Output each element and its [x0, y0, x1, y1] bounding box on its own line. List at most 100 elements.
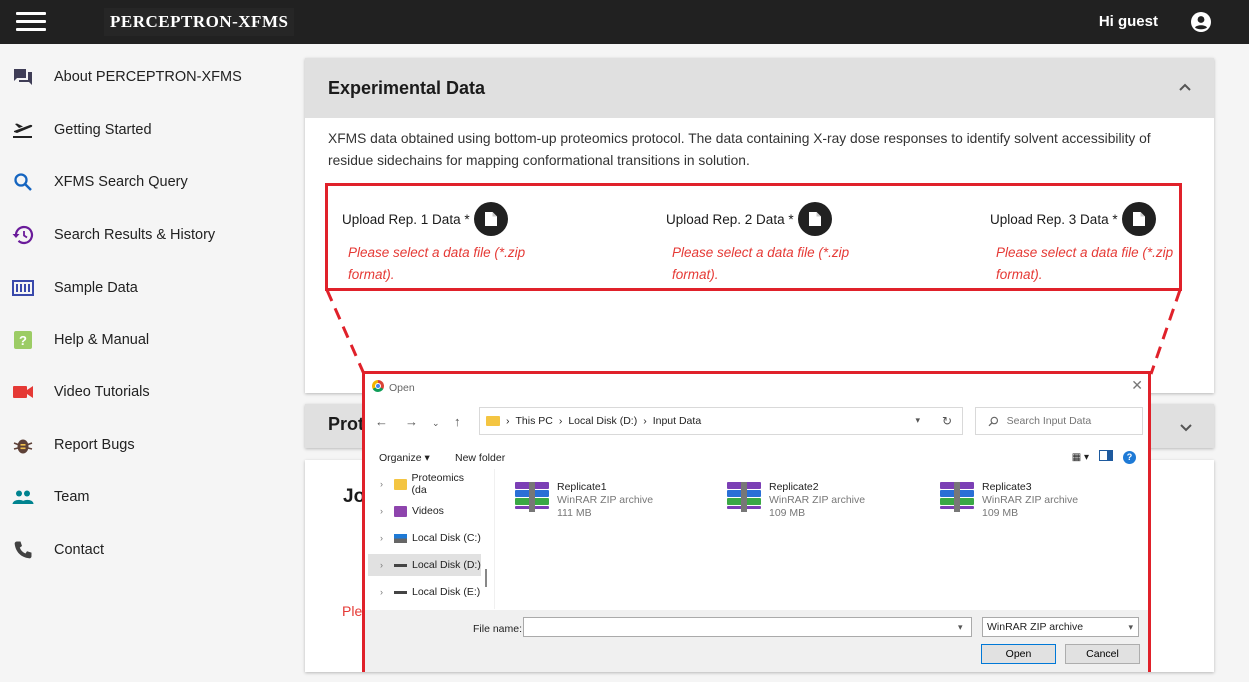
- open-button[interactable]: Open: [981, 644, 1056, 664]
- file-name-input[interactable]: [523, 617, 972, 637]
- breadcrumb-separator: ›: [558, 415, 563, 427]
- file-name: Replicate3: [982, 481, 1032, 493]
- greeting-text: Hi guest: [1098, 13, 1158, 30]
- chevron-up-icon[interactable]: [1178, 80, 1192, 94]
- upload-label: Upload Rep. 2 Data *: [666, 212, 794, 227]
- panel-title: Experimental Data: [328, 78, 486, 98]
- sidebar-item-contact[interactable]: Contact: [0, 530, 256, 570]
- breadcrumb-separator: ›: [643, 415, 647, 427]
- chevron-down-icon: ▾: [1128, 622, 1133, 632]
- cancel-button[interactable]: Cancel: [1065, 644, 1140, 664]
- file-size: 109 MB: [982, 507, 1019, 519]
- videos-icon: [394, 505, 407, 517]
- expand-chevron-icon[interactable]: ›: [380, 506, 394, 516]
- sidebar-item-search-results[interactable]: Search Results & History: [0, 215, 256, 255]
- sidebar-item-getting-started[interactable]: Getting Started: [0, 110, 256, 150]
- expand-chevron-icon[interactable]: ›: [380, 560, 394, 570]
- panel-header[interactable]: Experimental Data: [305, 58, 1214, 118]
- file-upload-icon[interactable]: [798, 202, 832, 236]
- search-input[interactable]: [1006, 415, 1142, 427]
- file-item-replicate1[interactable]: Replicate1 WinRAR ZIP archive 111 MB: [515, 481, 695, 521]
- upload-rep-1: Upload Rep. 1 Data * Please select a dat…: [342, 202, 542, 282]
- sidebar-item-label: Help & Manual: [54, 332, 150, 348]
- breadcrumb-local-disk-d[interactable]: Local Disk (D:): [568, 415, 637, 427]
- people-icon: [12, 486, 34, 508]
- sidebar-item-label: Report Bugs: [54, 437, 135, 453]
- chrome-icon: [372, 380, 384, 392]
- search-icon: [988, 416, 999, 426]
- sidebar-item-video-tutorials[interactable]: Video Tutorials: [0, 372, 256, 412]
- close-icon[interactable]: ✕: [1131, 377, 1143, 394]
- tree-item-local-disk-d[interactable]: › Local Disk (D:): [368, 554, 481, 576]
- chevron-down-icon[interactable]: [1179, 421, 1193, 435]
- pane-separator: [494, 469, 495, 609]
- bug-icon: [12, 434, 34, 456]
- sidebar-item-label: Sample Data: [54, 280, 138, 296]
- file-item-replicate3[interactable]: Replicate3 WinRAR ZIP archive 109 MB: [940, 481, 1120, 521]
- upload-hint: Please select a data file (*.zip format)…: [996, 245, 1174, 282]
- folder-icon: [486, 416, 500, 426]
- search-icon: [12, 171, 34, 193]
- preview-pane-icon[interactable]: [1099, 450, 1113, 464]
- tree-item-videos[interactable]: › Videos: [368, 500, 481, 522]
- tree-item-local-disk-e[interactable]: › Local Disk (E:): [368, 581, 481, 603]
- file-type: WinRAR ZIP archive: [982, 494, 1079, 506]
- chevron-down-icon[interactable]: ▾: [958, 622, 963, 633]
- sidebar-item-label: Contact: [54, 542, 104, 558]
- phone-icon: [12, 539, 34, 561]
- expand-chevron-icon[interactable]: ›: [380, 479, 394, 489]
- search-box[interactable]: [975, 407, 1143, 435]
- sidebar-item-sample-data[interactable]: Sample Data: [0, 268, 256, 308]
- sidebar-item-about[interactable]: About PERCEPTRON-XFMS: [0, 57, 256, 97]
- winrar-archive-icon: [515, 482, 549, 512]
- account-circle-icon[interactable]: [1191, 12, 1211, 32]
- tree-item-label: Local Disk (C:): [412, 532, 481, 544]
- expand-chevron-icon[interactable]: ›: [380, 533, 394, 543]
- sidebar-item-help[interactable]: ? Help & Manual: [0, 320, 256, 360]
- back-arrow-icon[interactable]: ←: [375, 414, 388, 429]
- folder-icon: [393, 478, 407, 490]
- view-options-icon[interactable]: ▦ ▾: [1072, 452, 1089, 463]
- file-upload-icon[interactable]: [474, 202, 508, 236]
- tree-item-proteomics[interactable]: › Proteomics (da: [368, 472, 481, 496]
- expand-chevron-icon[interactable]: ›: [380, 587, 394, 597]
- hamburger-icon[interactable]: [16, 12, 46, 32]
- history-icon: [12, 224, 34, 246]
- file-upload-icon[interactable]: [1122, 202, 1156, 236]
- breadcrumb-input-data[interactable]: Input Data: [653, 415, 701, 427]
- help-box-icon: ?: [12, 329, 34, 351]
- recent-locations-chevron-icon[interactable]: ⌄: [432, 418, 440, 429]
- file-type-select[interactable]: WinRAR ZIP archive ▾: [982, 617, 1139, 637]
- breadcrumb-this-pc[interactable]: This PC: [516, 415, 553, 427]
- videocam-icon: [12, 381, 34, 403]
- tree-item-label: Local Disk (E:): [412, 586, 481, 598]
- up-arrow-icon[interactable]: ↑: [454, 414, 461, 429]
- organize-menu[interactable]: Organize ▾: [379, 452, 430, 464]
- app-logo[interactable]: PERCEPTRON-XFMS: [104, 8, 295, 36]
- drive-icon: [394, 563, 407, 567]
- sidebar-item-report-bugs[interactable]: Report Bugs: [0, 425, 256, 465]
- refresh-icon[interactable]: ↻: [942, 414, 952, 428]
- sidebar-item-search-query[interactable]: XFMS Search Query: [0, 162, 256, 202]
- winrar-archive-icon: [940, 482, 974, 512]
- file-item-replicate2[interactable]: Replicate2 WinRAR ZIP archive 109 MB: [727, 481, 907, 521]
- logo-text: PERCEPTRON-XFMS: [110, 12, 289, 31]
- new-folder-button[interactable]: New folder: [455, 452, 505, 464]
- file-type: WinRAR ZIP archive: [557, 494, 654, 506]
- sidebar-item-label: Getting Started: [54, 122, 152, 138]
- upload-label: Upload Rep. 1 Data *: [342, 212, 470, 227]
- open-file-dialog: Open ✕ ← → ⌄ ↑ › This PC › Local Disk (D…: [362, 371, 1151, 672]
- tree-item-local-disk-c[interactable]: › Local Disk (C:): [368, 527, 481, 549]
- tree-item-label: Proteomics (da: [411, 472, 465, 496]
- sidebar-item-team[interactable]: Team: [0, 477, 256, 517]
- drive-icon: [394, 590, 407, 594]
- tree-item-label: Videos: [412, 505, 444, 517]
- chevron-down-icon[interactable]: ▾: [915, 415, 920, 426]
- forward-arrow-icon[interactable]: →: [405, 414, 418, 429]
- address-bar[interactable]: › This PC › Local Disk (D:) › Input Data…: [479, 407, 963, 435]
- upload-label: Upload Rep. 3 Data *: [990, 212, 1118, 227]
- tree-scrollbar[interactable]: [485, 569, 487, 587]
- file-size: 111 MB: [557, 507, 592, 519]
- help-icon[interactable]: ?: [1123, 450, 1136, 464]
- sidebar-nav: About PERCEPTRON-XFMS Getting Started XF…: [0, 44, 256, 682]
